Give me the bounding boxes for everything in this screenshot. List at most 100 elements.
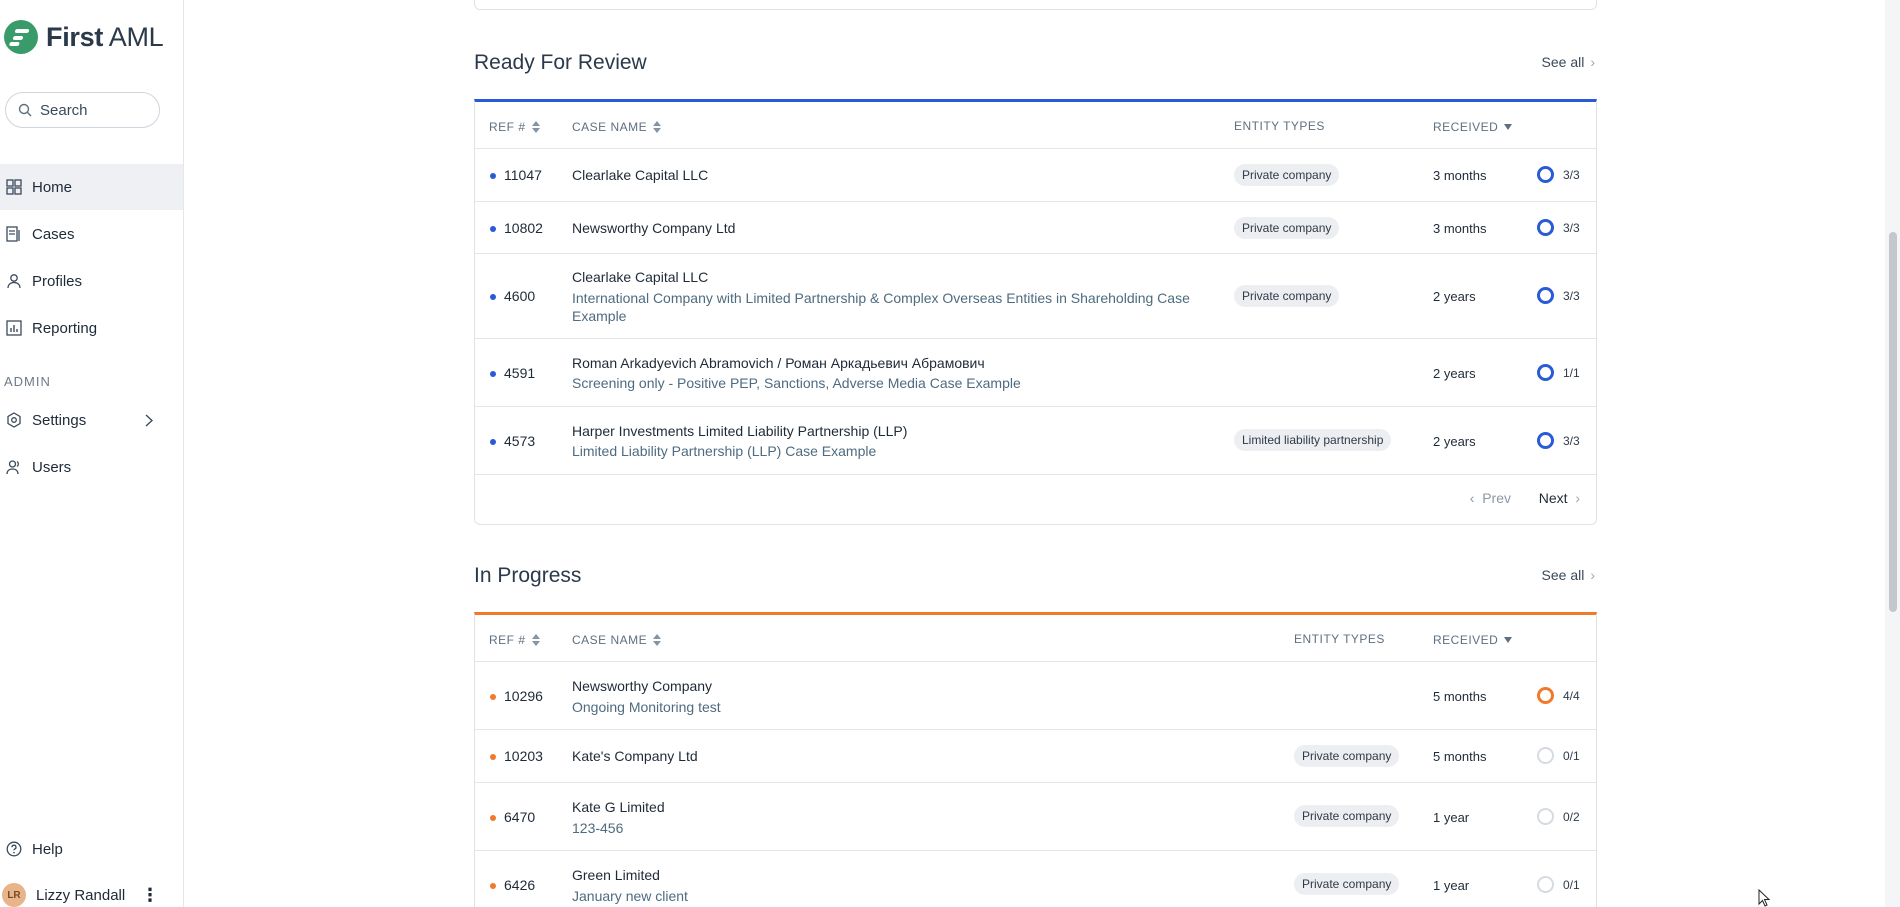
vertical-scrollbar[interactable] (1885, 0, 1900, 907)
table-row[interactable]: 4573 Harper Investments Limited Liabilit… (475, 407, 1596, 475)
entity-type-badge: Private company (1234, 285, 1340, 307)
case-description: Screening only - Positive PEP, Sanctions… (572, 375, 1021, 391)
person-icon (7, 274, 21, 289)
progress-count: 4/4 (1563, 689, 1580, 703)
progress-count: 0/2 (1563, 810, 1580, 824)
ref-number: 4573 (504, 433, 536, 449)
status-dot (490, 439, 496, 445)
case-name: Newsworthy Company Ongoing Monitoring te… (572, 677, 721, 716)
sidebar-item-label: Reporting (32, 319, 98, 337)
prev-button[interactable]: ‹ Prev (1470, 490, 1511, 506)
search-input[interactable]: Search (5, 92, 160, 128)
table-row[interactable]: 11047 Clearlake Capital LLC Private comp… (475, 149, 1596, 202)
sidebar-item-users[interactable]: Users (0, 444, 183, 490)
logo-icon (4, 20, 38, 54)
table-row[interactable]: 10296 Newsworthy Company Ongoing Monitor… (475, 662, 1596, 730)
see-all-ready-for-review[interactable]: See all › (1542, 54, 1595, 70)
case-name: Kate's Company Ltd (572, 747, 698, 765)
progress-count: 3/3 (1563, 434, 1580, 448)
case-name: Clearlake Capital LLC International Comp… (572, 268, 1212, 325)
case-description: January new client (572, 888, 688, 904)
admin-section-label: ADMIN (4, 374, 51, 389)
progress-ring-icon (1537, 166, 1554, 183)
sidebar-item-label: Profiles (32, 272, 83, 290)
sidebar-item-reporting[interactable]: Reporting (0, 305, 183, 351)
user-menu[interactable]: LR Lizzy Randall ⋮ (0, 882, 183, 907)
entity-types-column-header: ENTITY TYPES (1234, 119, 1325, 133)
gear-icon (7, 412, 21, 428)
sort-icon (653, 634, 662, 646)
chevron-right-icon: › (1590, 54, 1595, 70)
progress-count: 3/3 (1563, 221, 1580, 235)
case-name-column-header[interactable]: CASE NAME (572, 633, 662, 647)
see-all-label: See all (1541, 54, 1585, 70)
help-link[interactable]: Help (0, 826, 183, 872)
table-row[interactable]: 6426 Green Limited January new client Pr… (475, 851, 1596, 907)
next-button[interactable]: Next › (1539, 490, 1580, 506)
entity-type-badge: Private company (1294, 745, 1400, 767)
see-all-in-progress[interactable]: See all › (1542, 567, 1595, 583)
progress-count: 3/3 (1563, 289, 1580, 303)
progress-count: 0/1 (1563, 878, 1580, 892)
scrollbar-thumb[interactable] (1889, 232, 1897, 612)
logo-text-bold: First (46, 21, 104, 52)
help-icon (6, 841, 22, 857)
case-name: Newsworthy Company Ltd (572, 219, 735, 237)
table-row[interactable]: 4600 Clearlake Capital LLC International… (475, 254, 1596, 339)
help-label: Help (32, 840, 63, 858)
users-icon (6, 460, 19, 475)
case-description: 123-456 (572, 820, 624, 836)
sidebar-item-label: Settings (32, 411, 87, 429)
case-title: Green Limited (572, 867, 660, 883)
sort-desc-icon (1504, 637, 1513, 643)
status-dot (490, 694, 496, 700)
ref-column-header[interactable]: REF # (489, 120, 540, 134)
case-title: Clearlake Capital LLC (572, 269, 709, 285)
sidebar-item-home[interactable]: Home (0, 164, 183, 210)
sidebar-item-label: Cases (32, 225, 75, 243)
table-row[interactable]: 10802 Newsworthy Company Ltd Private com… (475, 202, 1596, 254)
case-title: Clearlake Capital LLC (572, 167, 709, 183)
ref-number: 4600 (504, 288, 536, 304)
progress-count: 0/1 (1563, 749, 1580, 763)
sidebar-item-label: Users (32, 458, 72, 476)
progress-count: 3/3 (1563, 168, 1580, 182)
case-name: Roman Arkadyevich Abramovich / Роман Арк… (572, 354, 1021, 392)
status-dot (490, 294, 496, 300)
see-all-label: See all (1541, 567, 1585, 583)
ref-column-header[interactable]: REF # (489, 633, 540, 647)
status-dot (490, 883, 496, 889)
progress-ring-icon (1537, 876, 1554, 893)
received-time: 3 months (1433, 221, 1487, 236)
received-column-header[interactable]: RECEIVED (1433, 120, 1513, 134)
entity-type-badge: Private company (1294, 805, 1400, 827)
sidebar-item-cases[interactable]: Cases (0, 211, 183, 257)
progress-count: 1/1 (1563, 366, 1580, 380)
sidebar-item-profiles[interactable]: Profiles (0, 258, 183, 304)
case-name: Harper Investments Limited Liability Par… (572, 422, 907, 460)
sidebar-item-settings[interactable]: Settings (0, 397, 183, 443)
sort-desc-icon (1504, 124, 1513, 130)
logo-text-light: AML (108, 21, 164, 52)
received-time: 2 years (1433, 434, 1476, 449)
received-column-header[interactable]: RECEIVED (1433, 633, 1513, 647)
received-time: 2 years (1433, 366, 1476, 381)
user-name: Lizzy Randall (36, 886, 126, 904)
table-row[interactable]: 4591 Roman Arkadyevich Abramovich / Рома… (475, 339, 1596, 407)
table-row[interactable]: 6470 Kate G Limited 123-456 Private comp… (475, 783, 1596, 851)
mouse-cursor-icon (1758, 889, 1771, 907)
chart-icon (6, 320, 22, 336)
chevron-right-icon: › (1590, 567, 1595, 583)
progress-ring-icon (1537, 747, 1554, 764)
received-time: 1 year (1433, 878, 1470, 893)
table-row[interactable]: 10203 Kate's Company Ltd Private company… (475, 730, 1596, 783)
case-title: Roman Arkadyevich Abramovich / Роман Арк… (572, 355, 985, 371)
progress-ring-icon (1537, 808, 1554, 825)
more-options-icon[interactable]: ⋮ (141, 886, 159, 904)
app-logo[interactable]: First AML (4, 20, 164, 54)
received-time: 3 months (1433, 168, 1487, 183)
entity-type-badge: Private company (1234, 217, 1340, 239)
case-name-column-header[interactable]: CASE NAME (572, 120, 662, 134)
table-header: REF # CASE NAME ENTITY TYPES RECEIVED (475, 102, 1596, 149)
previous-section-card (474, 0, 1597, 10)
